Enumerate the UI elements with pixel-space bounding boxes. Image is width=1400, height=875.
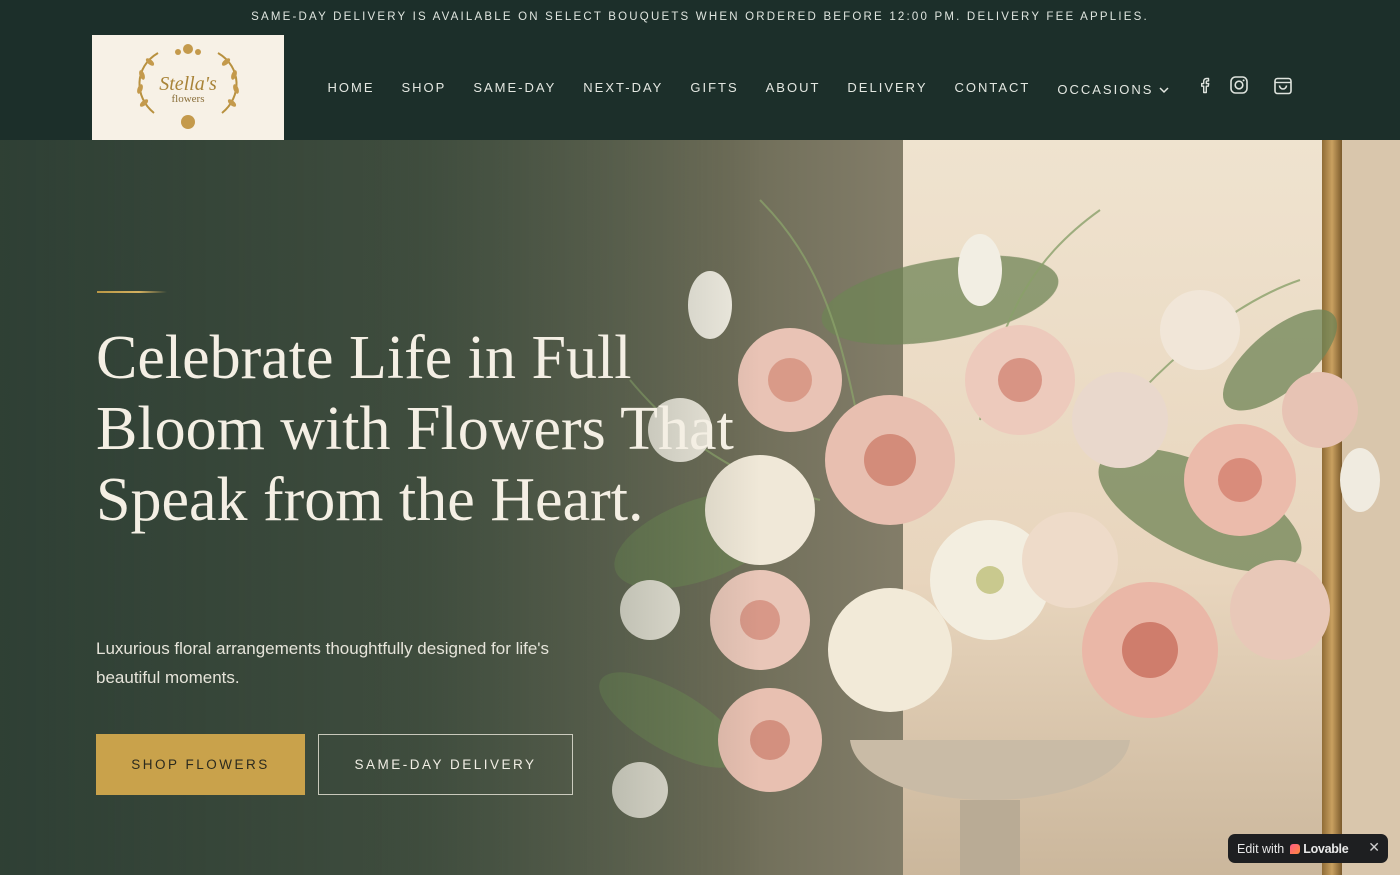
nav-contact[interactable]: CONTACT [955, 80, 1031, 95]
nav-shop[interactable]: SHOP [402, 80, 447, 95]
badge-label: Edit with [1237, 841, 1285, 856]
logo-wreath-icon: Stella's flowers [137, 44, 239, 129]
close-icon[interactable]: ✕ [1368, 839, 1380, 856]
chevron-down-icon [1159, 82, 1169, 97]
nav-about[interactable]: ABOUT [766, 80, 821, 95]
logo-name: Stella's [159, 73, 217, 95]
shop-flowers-button[interactable]: SHOP FLOWERS [96, 734, 305, 795]
accent-divider [97, 291, 167, 293]
announcement-bar: SAME-DAY DELIVERY IS AVAILABLE ON SELECT… [0, 0, 1400, 35]
nav-next-day[interactable]: NEXT-DAY [583, 80, 663, 95]
nav-home[interactable]: HOME [328, 80, 375, 95]
lovable-logo-icon [1290, 843, 1301, 854]
hero-headline: Celebrate Life in Full Bloom with Flower… [96, 324, 734, 534]
nav-gifts[interactable]: GIFTS [690, 80, 738, 95]
logo-subtitle: flowers [172, 93, 205, 105]
instagram-icon[interactable] [1228, 74, 1250, 101]
shopping-bag-icon[interactable] [1272, 74, 1294, 101]
hero-subtext: Luxurious floral arrangements thoughtful… [96, 639, 550, 687]
nav-occasions-label: OCCASIONS [1057, 81, 1154, 97]
facebook-icon[interactable] [1196, 75, 1216, 100]
edit-with-lovable-badge[interactable]: Edit with Lovable ✕ [1228, 834, 1388, 863]
site-header: Stella's flowers HOME SHOP SAME-DAY NEXT… [0, 35, 1400, 140]
header-icons [1196, 35, 1306, 140]
nav-occasions-dropdown[interactable]: OCCASIONS [1057, 82, 1169, 97]
nav-same-day[interactable]: SAME-DAY [473, 80, 556, 95]
nav-delivery[interactable]: DELIVERY [847, 80, 927, 95]
main-nav: HOME SHOP SAME-DAY NEXT-DAY GIFTS ABOUT … [314, 35, 1183, 140]
logo[interactable]: Stella's flowers [92, 35, 284, 140]
same-day-delivery-button[interactable]: SAME-DAY DELIVERY [318, 734, 573, 795]
badge-brand: Lovable [1303, 841, 1349, 856]
hero-section: Celebrate Life in Full Bloom with Flower… [0, 140, 1400, 875]
